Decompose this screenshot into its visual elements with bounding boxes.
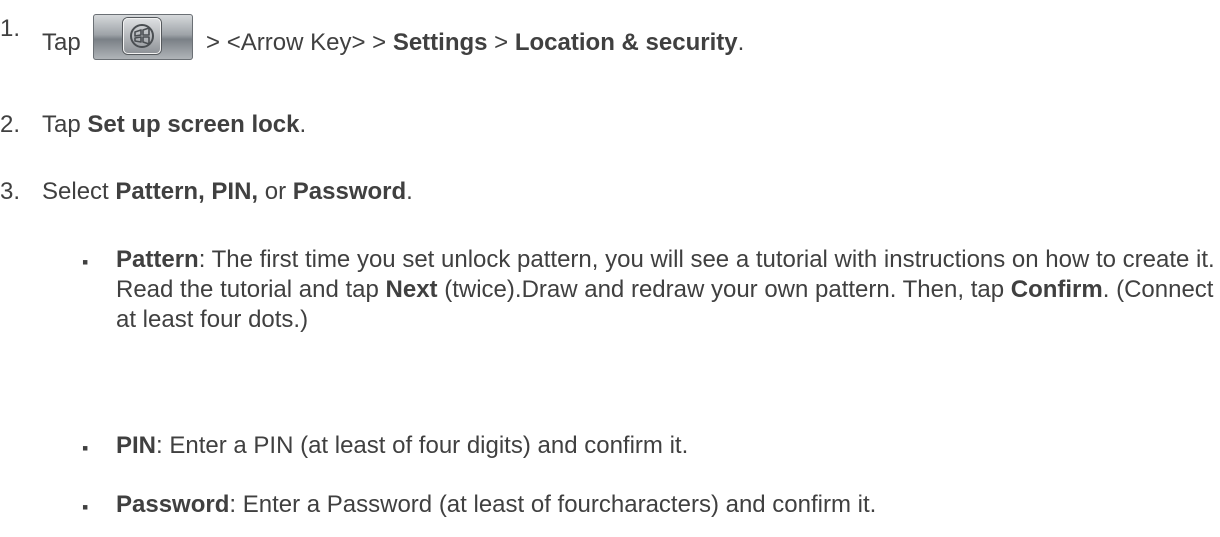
confirm-label: Confirm: [1010, 276, 1103, 303]
step-number: 1.: [0, 15, 21, 42]
next-label: Next: [385, 276, 438, 303]
pattern-title: Pattern: [116, 246, 199, 273]
pattern-desc-2: (twice).Draw and redraw your own pattern…: [444, 276, 1005, 303]
step-prefix: Tap: [42, 111, 81, 138]
bullet-text: Pattern: The first time you set unlock p…: [116, 245, 1216, 335]
settings-label: Settings: [392, 29, 488, 56]
step-number: 2.: [0, 111, 21, 138]
bullet-text: PIN: Enter a PIN (at least of four digit…: [116, 431, 1216, 461]
step-prefix: Select: [42, 178, 109, 205]
pin-desc: : Enter a PIN (at least of four digits) …: [156, 432, 689, 459]
pattern-pin-label: Pattern, PIN,: [115, 178, 259, 205]
bullet-marker: ▪: [82, 438, 89, 458]
password-desc: : Enter a Password (at least of fourchar…: [229, 491, 877, 518]
step-text: Tap > <Arrow Key> > Settings > Location …: [42, 14, 744, 60]
home-key-icon: [93, 14, 194, 60]
step-end: .: [299, 111, 307, 138]
step-prefix: Tap: [42, 29, 81, 56]
password-title: Password: [116, 491, 230, 518]
location-security-label: Location & security: [514, 29, 738, 56]
bullet-marker: ▪: [82, 497, 89, 517]
step-number: 3.: [0, 178, 21, 205]
bullet-text: Password: Enter a Password (at least of …: [116, 490, 1216, 520]
password-label: Password: [292, 178, 407, 205]
step-end: .: [737, 29, 745, 56]
step-end: .: [406, 178, 413, 205]
step-or: or: [264, 178, 287, 205]
step-middle: > <Arrow Key> >: [206, 29, 387, 56]
pin-title: PIN: [116, 432, 157, 459]
step-separator: >: [494, 29, 509, 56]
step-text: Tap Set up screen lock.: [42, 110, 306, 140]
step-text: Select Pattern, PIN, or Password.: [42, 177, 413, 207]
bullet-marker: ▪: [82, 252, 89, 272]
set-up-screen-lock-label: Set up screen lock: [87, 111, 300, 138]
